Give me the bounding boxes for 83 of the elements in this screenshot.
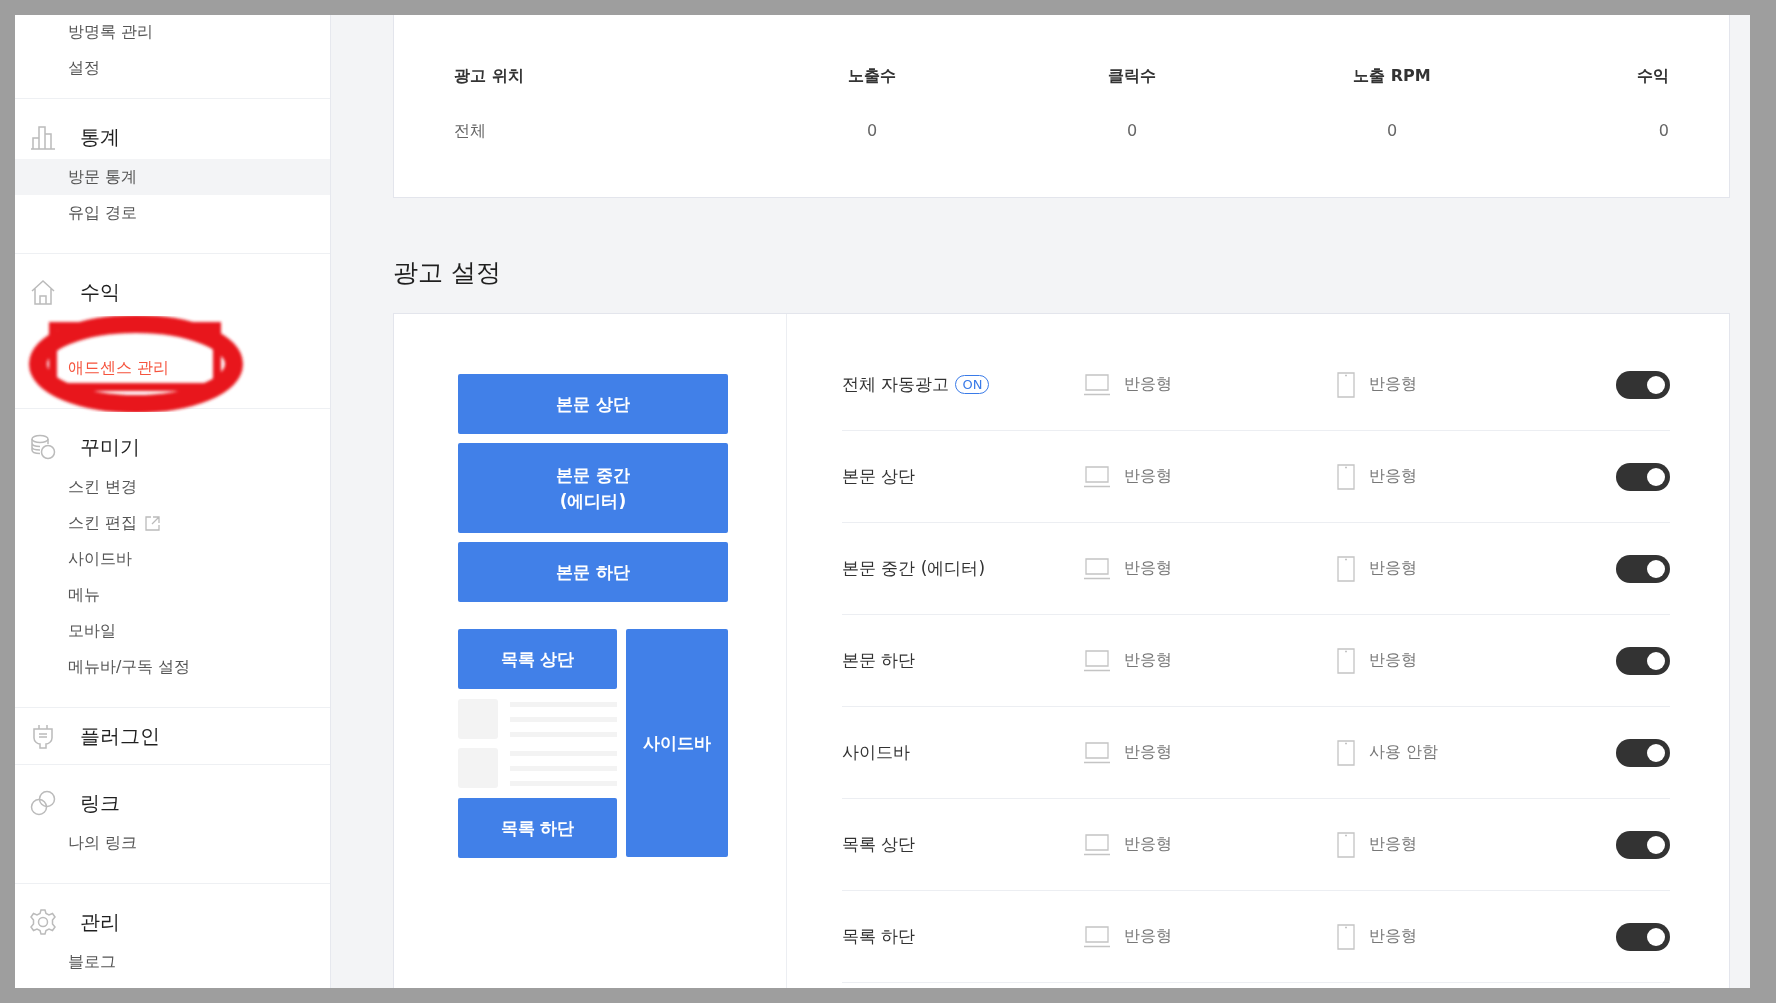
ad-slot-block[interactable]: 목록 상단 xyxy=(458,629,617,689)
table-cell-text: 0 xyxy=(865,120,879,142)
section-heading[interactable]: 통계 xyxy=(80,123,120,151)
ad-position-label: 본문 하단 xyxy=(842,649,916,672)
menu-item[interactable]: 설정 xyxy=(15,50,330,86)
pc-ad-type: 반응형 xyxy=(1124,742,1172,763)
link-icon xyxy=(30,790,56,816)
mobile-ad-type: 반응형 xyxy=(1369,834,1417,855)
column-header: 노출 RPM xyxy=(1352,65,1432,87)
ad-slot-block[interactable]: 목록 하단 xyxy=(458,798,617,858)
menu-item[interactable]: 방문 통계 xyxy=(15,159,330,195)
toggle-switch[interactable] xyxy=(1616,922,1670,951)
menu-item[interactable]: 유입 경로 xyxy=(15,195,330,231)
menu-item[interactable]: 블로그 xyxy=(15,944,330,980)
section-heading[interactable]: 링크 xyxy=(80,789,120,817)
ad-slot-block[interactable]: 사이드바 xyxy=(626,629,728,857)
toggle-switch[interactable] xyxy=(1616,830,1670,859)
ad-slot-block[interactable]: 본문 하단 xyxy=(458,542,728,602)
phone-icon xyxy=(1337,831,1355,858)
phone-icon xyxy=(1337,371,1355,398)
ad-position-label: 목록 하단 xyxy=(842,925,916,948)
monitor-icon xyxy=(1084,833,1110,856)
house-icon xyxy=(30,279,56,305)
section-heading[interactable]: 플러그인 xyxy=(80,722,160,750)
ad-position-label: 목록 상단 xyxy=(842,833,916,856)
table-cell-text: 전체 xyxy=(454,120,487,142)
menu-item[interactable]: 메뉴바/구독 설정 xyxy=(15,649,330,685)
column-header: 광고 위치 xyxy=(454,65,525,87)
monitor-icon xyxy=(1084,465,1110,488)
menu-item[interactable]: 모바일 xyxy=(15,613,330,649)
pc-ad-type: 반응형 xyxy=(1124,374,1172,395)
phone-icon xyxy=(1337,555,1355,582)
menu-item[interactable]: 사이드바 xyxy=(15,541,330,577)
section-heading[interactable]: 수익 xyxy=(80,278,120,306)
monitor-icon xyxy=(1084,741,1110,764)
pc-ad-type: 반응형 xyxy=(1124,650,1172,671)
pc-ad-type: 반응형 xyxy=(1124,466,1172,487)
monitor-icon xyxy=(1084,373,1110,396)
pc-ad-type: 반응형 xyxy=(1124,926,1172,947)
table-cell-text: 0 xyxy=(1657,120,1669,142)
ad-position-label: 본문 중간 (에디터) xyxy=(842,557,986,580)
mobile-ad-type: 반응형 xyxy=(1369,650,1417,671)
ad-position-label: 전체 자동광고 xyxy=(842,373,950,396)
toggle-switch[interactable] xyxy=(1616,554,1670,583)
ad-position-label: 사이드바 xyxy=(842,741,910,764)
table-cell-text: 0 xyxy=(1125,120,1139,142)
monitor-icon xyxy=(1084,925,1110,948)
column-header: 수익 xyxy=(1636,65,1669,87)
toggle-switch[interactable] xyxy=(1616,462,1670,491)
monitor-icon xyxy=(1084,649,1110,672)
ad-slot-block[interactable]: 본문 상단 xyxy=(458,374,728,434)
column-header: 클릭수 xyxy=(1107,65,1157,87)
bar-chart-icon xyxy=(30,124,56,150)
menu-item[interactable]: 나의 링크 xyxy=(15,825,330,861)
coins-icon xyxy=(30,434,56,460)
menu-item[interactable]: 메뉴 xyxy=(15,577,330,613)
toggle-switch[interactable] xyxy=(1616,370,1670,399)
phone-icon xyxy=(1337,739,1355,766)
mobile-ad-type: 반응형 xyxy=(1369,374,1417,395)
phone-icon xyxy=(1337,647,1355,674)
menu-item[interactable]: 스킨 편집 xyxy=(15,505,330,541)
ad-position-label: 본문 상단 xyxy=(842,465,916,488)
gear-icon xyxy=(30,909,56,935)
phone-icon xyxy=(1337,463,1355,490)
mobile-ad-type: 반응형 xyxy=(1369,466,1417,487)
menu-item[interactable]: 방명록 관리 xyxy=(15,15,330,50)
menu-item[interactable]: 스킨 변경 xyxy=(15,469,330,505)
monitor-icon xyxy=(1084,557,1110,580)
plug-icon xyxy=(30,723,56,749)
table-cell-text: 0 xyxy=(1385,120,1399,142)
mobile-ad-type: 반응형 xyxy=(1369,558,1417,579)
phone-icon xyxy=(1337,923,1355,950)
ad-slot-block[interactable]: 본문 중간 (에디터) xyxy=(458,443,728,533)
section-heading[interactable]: 꾸미기 xyxy=(80,433,140,461)
mobile-ad-type: 사용 안함 xyxy=(1369,742,1439,763)
section-heading[interactable]: 관리 xyxy=(80,908,120,936)
toggle-switch[interactable] xyxy=(1616,738,1670,767)
column-header: 노출수 xyxy=(847,65,897,87)
mobile-ad-type: 반응형 xyxy=(1369,926,1417,947)
section-title: 광고 설정 xyxy=(393,257,502,289)
toggle-switch[interactable] xyxy=(1616,646,1670,675)
pc-ad-type: 반응형 xyxy=(1124,558,1172,579)
pc-ad-type: 반응형 xyxy=(1124,834,1172,855)
